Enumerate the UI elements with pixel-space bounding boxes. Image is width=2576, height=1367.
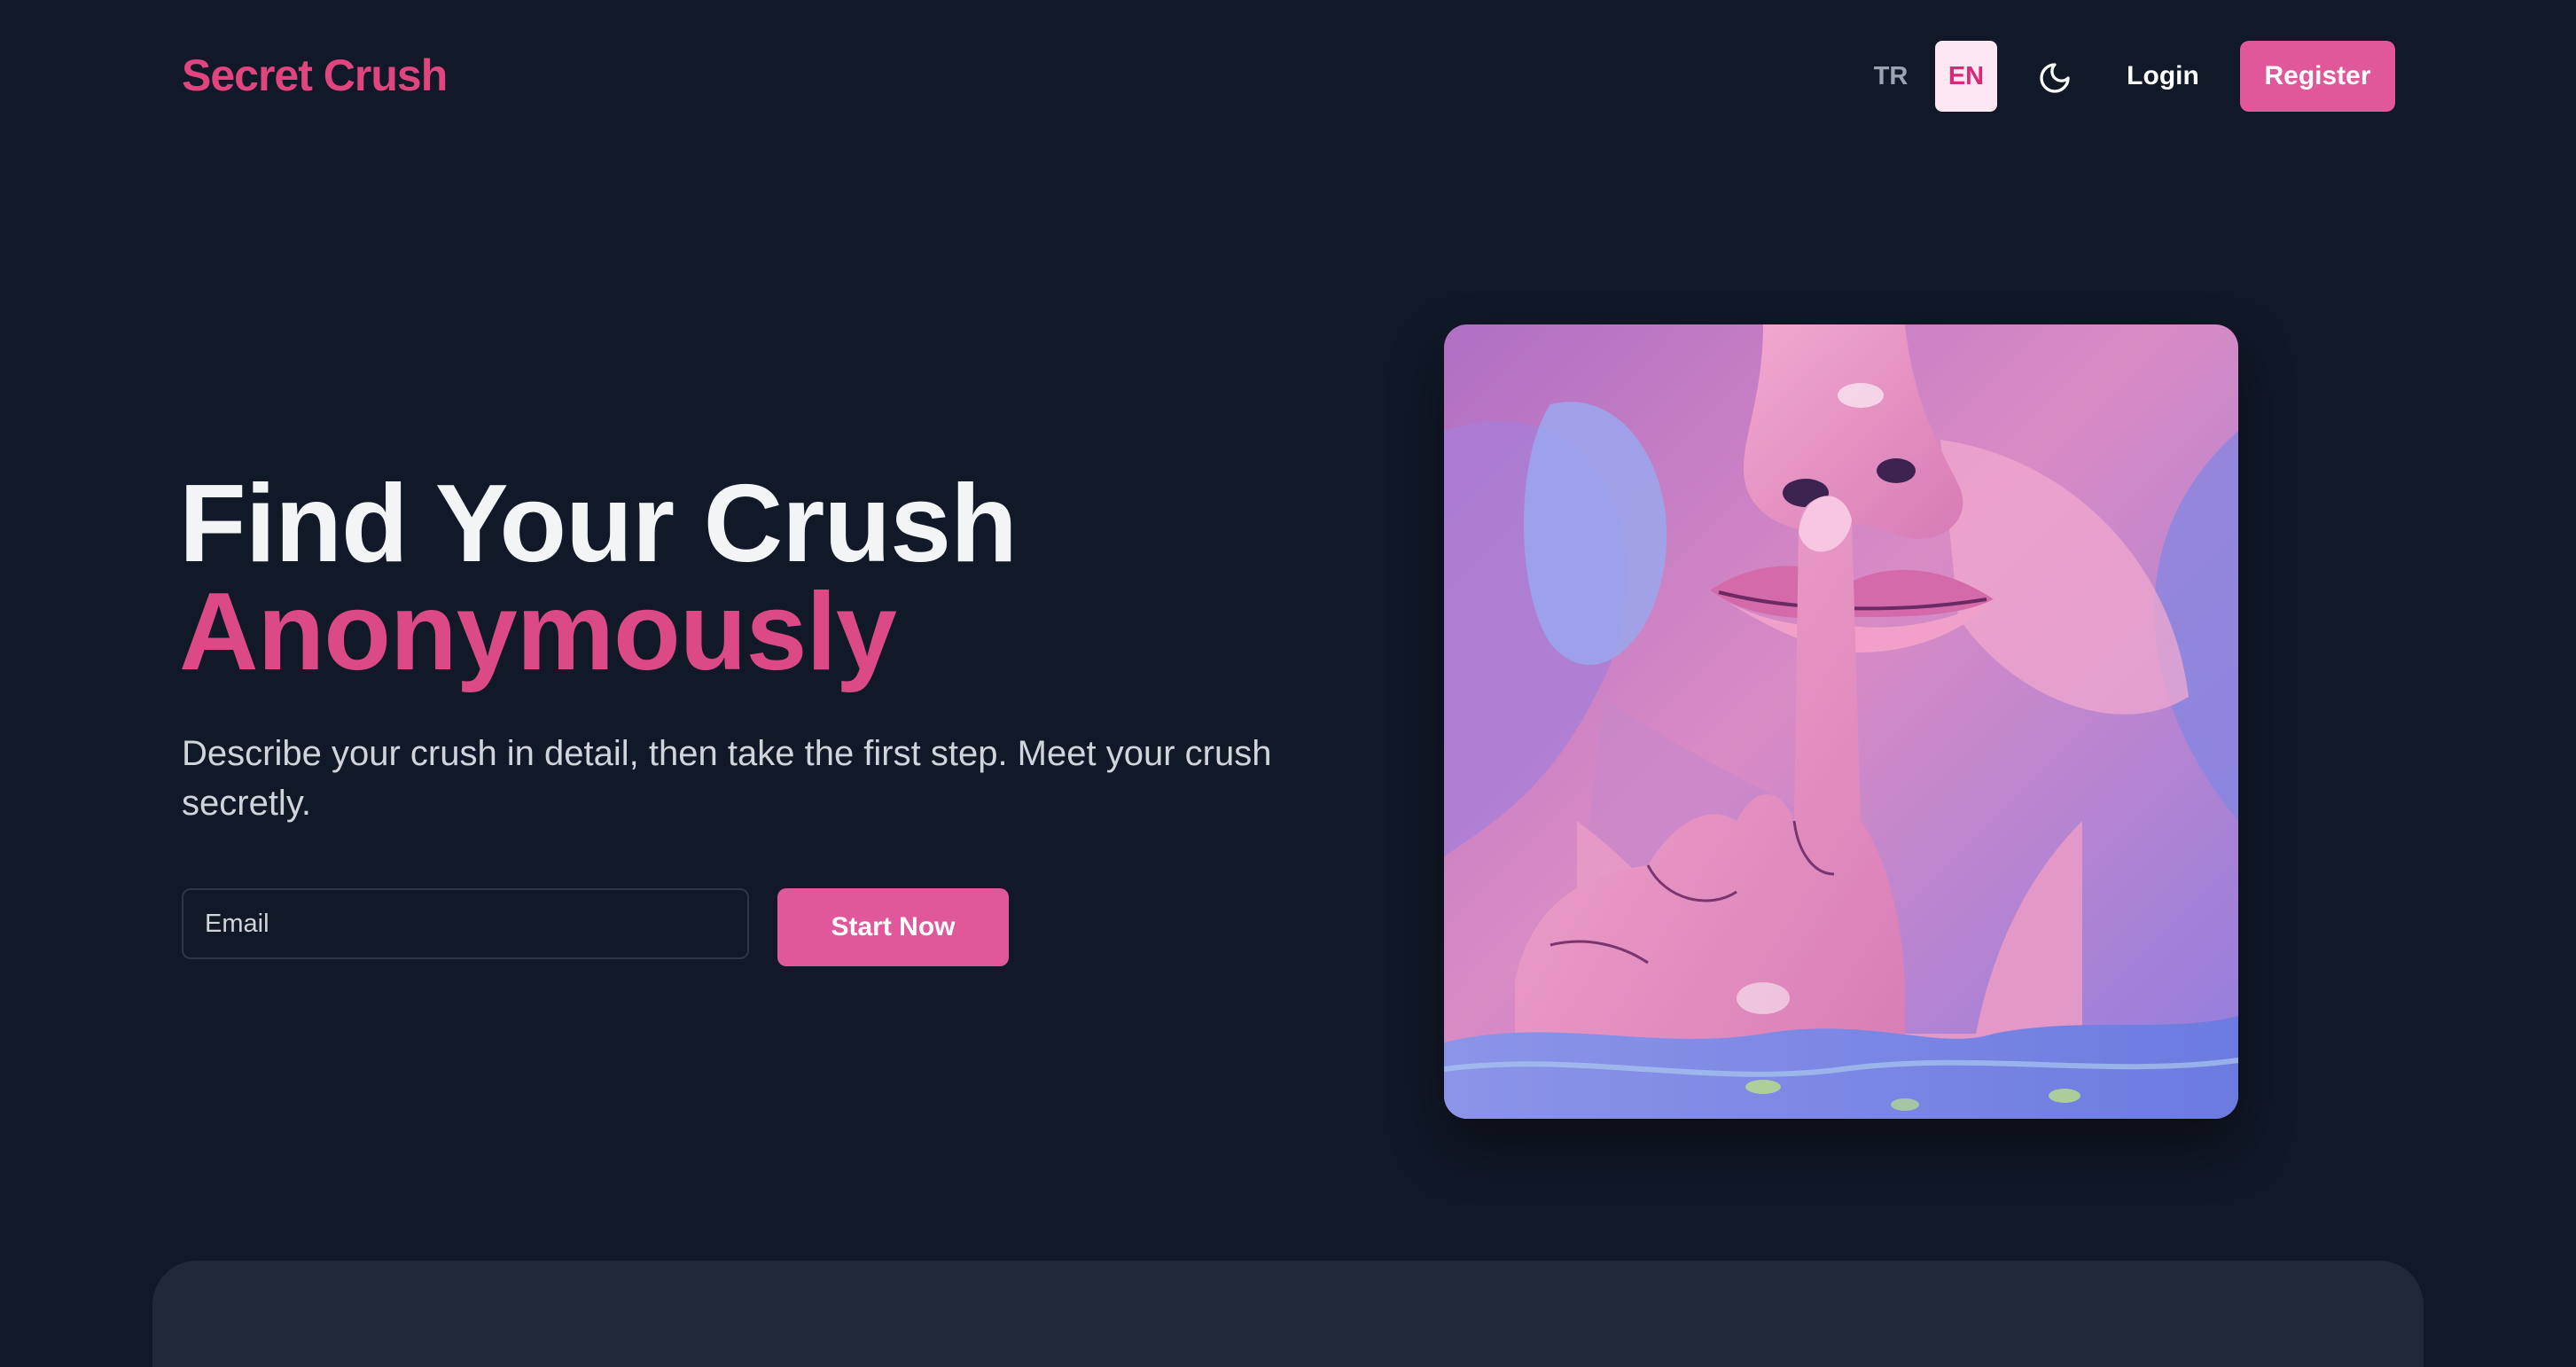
hero-title: Find Your Crush Anonymously [179,463,1018,693]
features-card [152,1261,2424,1367]
site-logo[interactable]: Secret Crush [182,46,448,105]
hero-title-highlight: Anonymously [179,571,897,693]
top-navbar: Secret Crush TR EN Login Register [0,0,2576,151]
moon-icon [2040,63,2070,93]
register-button[interactable]: Register [2240,41,2395,112]
language-en-button[interactable]: EN [1935,41,1997,112]
language-tr-button[interactable]: TR [1862,41,1920,112]
hero-subtitle: Describe your crush in detail, then take… [182,734,1272,823]
email-input[interactable] [182,888,749,959]
theme-toggle-button[interactable] [2030,53,2080,103]
hero-title-line1: Find Your Crush [179,463,1018,585]
login-link[interactable]: Login [2114,41,2212,112]
hero-illustration [1444,324,2238,1119]
start-now-button[interactable]: Start Now [777,888,1009,966]
